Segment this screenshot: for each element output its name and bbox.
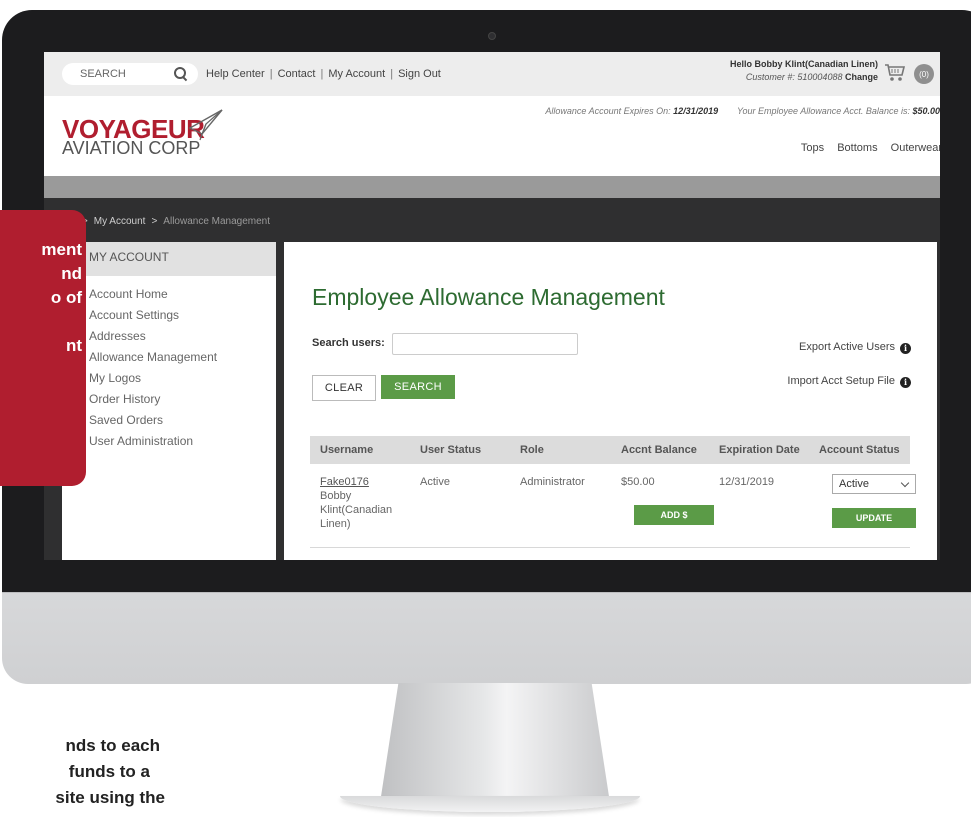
col-username[interactable]: Username [320, 444, 373, 456]
sidebar-item-addresses[interactable]: Addresses [89, 326, 276, 347]
sidebar-item-my-logos[interactable]: My Logos [89, 368, 276, 389]
top-bar: SEARCH Help Center | Contact | My Account | Si… [44, 52, 940, 96]
customer-label: Customer #: [745, 72, 795, 82]
account-status-value: Active [839, 478, 869, 490]
search-button[interactable]: SEARCH [381, 375, 455, 399]
screen: SEARCH Help Center | Contact | My Account | Si… [44, 52, 940, 560]
chevron-down-icon [900, 478, 910, 488]
top-links: Help Center | Contact | My Account | Sign Out [206, 68, 441, 80]
name-line: Linen) [320, 518, 351, 530]
cell-balance: $50.00 [621, 476, 655, 488]
change-customer-link[interactable]: Change [845, 72, 878, 82]
nav-bottoms[interactable]: Bottoms [837, 142, 877, 154]
info-icon[interactable]: i [900, 377, 911, 388]
separator: | [269, 68, 273, 80]
col-expiration-date[interactable]: Expiration Date [719, 444, 800, 456]
balance-value: $50.00 [912, 106, 940, 116]
name-line: Bobby [320, 490, 352, 502]
callout-line: ment [41, 240, 82, 259]
camera-icon [488, 32, 496, 40]
sidebar-item-order-history[interactable]: Order History [89, 389, 276, 410]
table-row: Fake0176 Bobby Klint(Canadian Linen) Act… [310, 464, 916, 548]
export-label: Export Active Users [799, 341, 895, 353]
callout-line: nd [61, 264, 82, 283]
callout-line: o of [50, 288, 82, 307]
account-status-select[interactable]: Active [832, 474, 916, 494]
cart-icon[interactable] [884, 62, 906, 82]
main-content: Employee Allowance Management Search use… [284, 242, 937, 560]
monitor-stand [380, 683, 610, 803]
sidebar-item-saved-orders[interactable]: Saved Orders [89, 410, 276, 431]
cart-count-badge[interactable]: (0) [914, 64, 934, 84]
callout-line: nt [65, 336, 82, 355]
import-label: Import Acct Setup File [787, 375, 895, 387]
paper-plane-icon [188, 109, 223, 141]
cell-expiration: 12/31/2019 [719, 476, 775, 488]
page-title: Employee Allowance Management [312, 284, 665, 310]
caption-line: funds to a [68, 762, 150, 781]
caption-line: site using the [55, 788, 165, 807]
breadcrumb: me>My Account>Allowance Management [62, 216, 270, 227]
sidebar-item-account-settings[interactable]: Account Settings [89, 305, 276, 326]
search-icon[interactable] [174, 67, 188, 81]
expires-date: 12/31/2019 [673, 106, 719, 116]
col-user-status[interactable]: User Status [420, 444, 481, 456]
col-accnt-balance[interactable]: Accnt Balance [621, 444, 697, 456]
col-account-status[interactable]: Account Status [819, 444, 900, 456]
allowance-info: Allowance Account Expires On: 12/31/2019… [545, 106, 940, 116]
update-button[interactable]: UPDATE [832, 508, 916, 528]
monitor-chin [2, 592, 971, 684]
expires-label: Allowance Account Expires On: [545, 106, 671, 116]
separator: | [390, 68, 394, 80]
user-full-name: Bobby Klint(Canadian Linen) [320, 489, 392, 531]
name-line: Klint(Canadian [320, 504, 393, 516]
cell-username: Fake0176 Bobby Klint(Canadian Linen) [320, 476, 392, 531]
search-users-input[interactable] [392, 333, 578, 355]
breadcrumb-current: Allowance Management [163, 216, 271, 227]
separator: | [320, 68, 324, 80]
account-sidebar: MY ACCOUNT Account Home Account Settings… [62, 242, 276, 560]
help-center-link[interactable]: Help Center [206, 68, 265, 80]
search-box[interactable]: SEARCH [62, 63, 198, 85]
add-funds-button[interactable]: ADD $ [634, 505, 714, 525]
table-header: Username User Status Role Accnt Balance … [310, 436, 910, 464]
col-role[interactable]: Role [520, 444, 544, 456]
search-users-label: Search users: [312, 337, 385, 349]
user-greeting: Hello Bobby Klint(Canadian Linen) Custom… [730, 58, 878, 84]
my-account-link[interactable]: My Account [328, 68, 385, 80]
company-logo[interactable]: VOYAGEUR AVIATION CORP [62, 108, 242, 158]
sidebar-item-user-administration[interactable]: User Administration [89, 431, 276, 452]
promo-callout: ment nd o of nt [0, 210, 86, 486]
breadcrumb-my-account[interactable]: My Account [94, 216, 146, 227]
sidebar-item-account-home[interactable]: Account Home [89, 284, 276, 305]
info-icon[interactable]: i [900, 343, 911, 354]
sidebar-item-allowance-management[interactable]: Allowance Management [89, 347, 276, 368]
sign-out-link[interactable]: Sign Out [398, 68, 441, 80]
cell-role: Administrator [520, 476, 585, 488]
search-placeholder: SEARCH [80, 68, 126, 80]
site-header: VOYAGEUR AVIATION CORP Allowance Account… [44, 96, 940, 176]
customer-info: Customer #: 510004088 Change [746, 72, 878, 82]
export-active-users-link[interactable]: Export Active Users i [799, 341, 911, 354]
clear-button[interactable]: CLEAR [312, 375, 376, 401]
sidebar-heading: MY ACCOUNT [62, 242, 276, 276]
logo-text-secondary: AVIATION CORP [62, 138, 201, 158]
contact-link[interactable]: Contact [278, 68, 316, 80]
nav-tops[interactable]: Tops [801, 142, 824, 154]
greeting-text: Hello Bobby Klint(Canadian Linen) [730, 59, 878, 69]
nav-outerwear[interactable]: Outerwear [891, 142, 940, 154]
customer-number: 510004088 [797, 72, 843, 82]
menu-bar [44, 176, 940, 198]
category-nav: Tops Bottoms Outerwear [791, 142, 940, 154]
monitor-stand-foot [340, 796, 640, 812]
breadcrumb-separator: > [151, 216, 158, 227]
caption-line: nds to each [65, 736, 160, 755]
cell-user-status: Active [420, 476, 450, 488]
import-setup-file-link[interactable]: Import Acct Setup File i [787, 375, 911, 388]
sidebar-menu: Account Home Account Settings Addresses … [62, 276, 276, 452]
username-link[interactable]: Fake0176 [320, 476, 369, 488]
balance-label: Your Employee Allowance Acct. Balance is… [737, 106, 910, 116]
